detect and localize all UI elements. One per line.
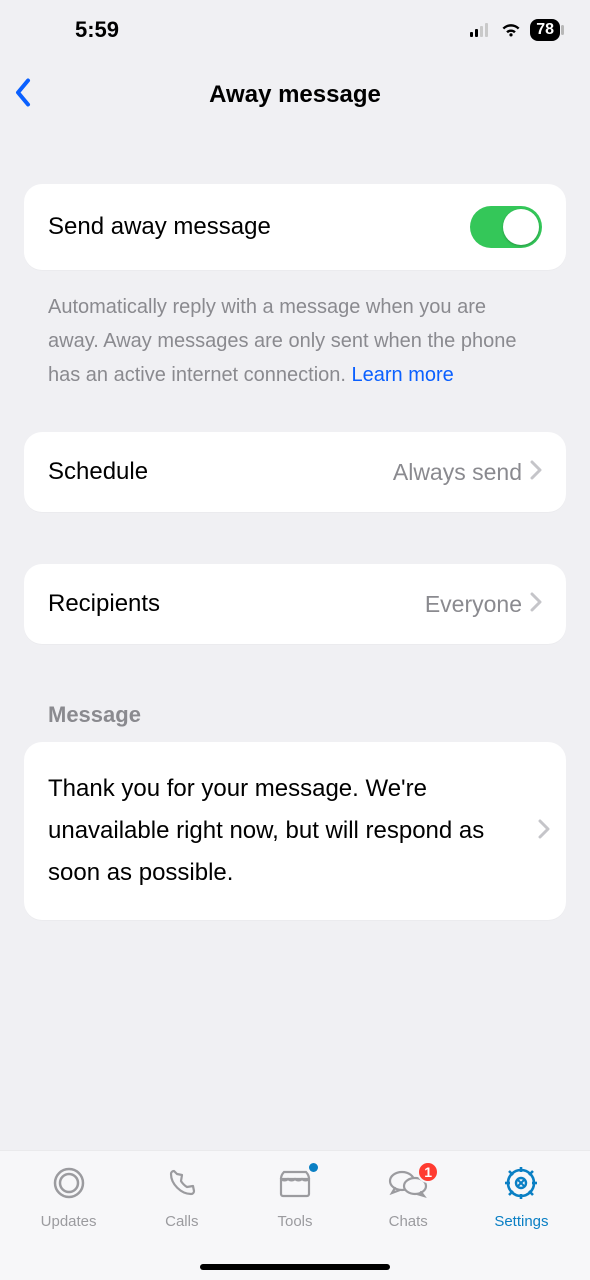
chevron-right-icon — [530, 592, 542, 617]
help-text: Automatically reply with a message when … — [24, 270, 566, 400]
tab-label: Settings — [494, 1213, 548, 1230]
back-button[interactable] — [14, 78, 32, 113]
phone-icon — [165, 1166, 199, 1204]
tab-bar: Updates Calls Tools — [0, 1150, 590, 1280]
status-indicators: 78 — [470, 19, 560, 41]
cellular-icon — [470, 23, 492, 37]
tab-label: Updates — [41, 1213, 97, 1230]
tab-label: Calls — [165, 1213, 198, 1230]
page-title: Away message — [209, 81, 381, 109]
away-toggle-label: Send away message — [48, 213, 271, 241]
tab-label: Tools — [277, 1213, 312, 1230]
message-section-title: Message — [24, 702, 566, 742]
tab-label: Chats — [389, 1213, 428, 1230]
recipients-value: Everyone — [425, 591, 522, 618]
page-header: Away message — [0, 60, 590, 130]
battery-indicator: 78 — [530, 19, 560, 41]
tab-chats[interactable]: 1 Chats — [352, 1165, 465, 1280]
schedule-value: Always send — [393, 459, 522, 486]
gear-icon — [503, 1165, 539, 1205]
away-toggle-card: Send away message — [24, 184, 566, 270]
toggle-knob-icon — [503, 209, 539, 245]
status-bar: 5:59 78 — [0, 0, 590, 60]
chevron-right-icon — [530, 460, 542, 485]
tab-settings[interactable]: Settings — [465, 1165, 578, 1280]
away-toggle[interactable] — [470, 206, 542, 248]
status-ring-icon — [51, 1165, 87, 1205]
notification-dot-icon — [309, 1163, 318, 1172]
recipients-row[interactable]: Recipients Everyone — [24, 564, 566, 644]
message-text: Thank you for your message. We're unavai… — [48, 768, 538, 894]
tab-tools[interactable]: Tools — [238, 1165, 351, 1280]
schedule-label: Schedule — [48, 458, 148, 486]
tab-updates[interactable]: Updates — [12, 1165, 125, 1280]
status-time: 5:59 — [75, 17, 119, 43]
message-row[interactable]: Thank you for your message. We're unavai… — [24, 742, 566, 920]
chevron-left-icon — [14, 78, 32, 108]
schedule-row[interactable]: Schedule Always send — [24, 432, 566, 512]
chevron-right-icon — [538, 819, 550, 844]
storefront-icon — [276, 1166, 314, 1204]
recipients-label: Recipients — [48, 590, 160, 618]
home-indicator[interactable] — [200, 1264, 390, 1270]
tab-calls[interactable]: Calls — [125, 1165, 238, 1280]
wifi-icon — [500, 22, 522, 38]
learn-more-link[interactable]: Learn more — [352, 364, 454, 386]
chats-badge: 1 — [417, 1161, 439, 1183]
